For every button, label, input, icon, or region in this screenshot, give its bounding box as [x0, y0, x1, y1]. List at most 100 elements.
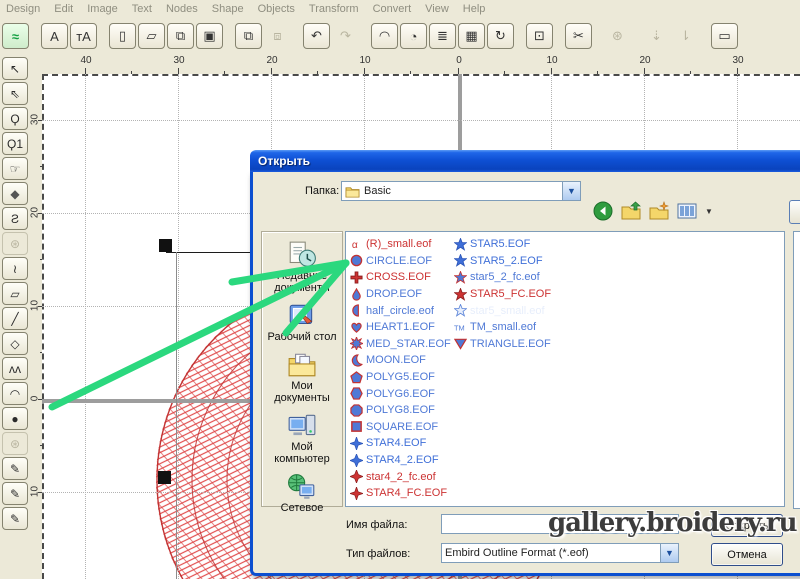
hide-cut-button[interactable]: ✂ [565, 23, 592, 49]
menu-item[interactable]: Help [463, 3, 486, 18]
menu-item[interactable]: View [425, 3, 449, 18]
sew-fill-button[interactable]: ≣ [429, 23, 456, 49]
file-list-item[interactable]: star4_2_fc.eof [350, 468, 454, 485]
file-list-item[interactable]: CIRCLE.EOF [350, 253, 454, 270]
file-list-item[interactable]: star5_2_fc.eof [454, 269, 558, 286]
curve-node-button[interactable]: ◠ [371, 23, 398, 49]
rotate-button[interactable]: ↻ [487, 23, 514, 49]
place-network[interactable]: Сетевое [263, 472, 341, 514]
menu-item[interactable]: Image [87, 3, 118, 18]
file-list-item[interactable]: TRIANGLE.EOF [454, 336, 558, 353]
freehand-shape-tool[interactable]: ◆ [2, 182, 28, 205]
menu-item[interactable]: Transform [309, 3, 359, 18]
file-list-item[interactable]: STAR5_2.EOF [454, 253, 558, 270]
file-list-item[interactable]: POLYG6.EOF [350, 385, 454, 402]
split-button[interactable]: ⇂ [672, 23, 699, 49]
file-shape-icon [454, 321, 467, 334]
s-shape-tool[interactable]: Ƨ [2, 207, 28, 230]
filled-shape-tool[interactable]: ● [2, 407, 28, 430]
menu-item[interactable]: Design [6, 3, 40, 18]
file-list-item[interactable]: STAR4_2.EOF [350, 452, 454, 469]
place-my-documents[interactable]: Мои документы [263, 350, 341, 404]
file-list-item[interactable]: MED_STAR.EOF [350, 336, 454, 353]
place-recent-documents[interactable]: Недавние документы [263, 240, 341, 294]
selection-handle-top[interactable] [159, 239, 172, 252]
gear2-tool[interactable]: ⊛ [2, 432, 28, 455]
filetype-combo-dropdown[interactable]: ▼ [660, 544, 678, 562]
file-list-item[interactable]: STAR4_FC.EOF [350, 485, 454, 502]
undo-button[interactable]: ↶ [303, 23, 330, 49]
views-dropdown-arrow[interactable]: ▼ [705, 207, 713, 216]
generate-button[interactable]: ⊛ [604, 23, 631, 49]
file-list-item[interactable]: POLYG5.EOF [350, 369, 454, 386]
new-design-button[interactable]: ▯ [109, 23, 136, 49]
cutoff-button[interactable] [789, 200, 800, 224]
place-icon [287, 301, 317, 331]
copy-button[interactable]: ⧉ [235, 23, 262, 49]
file-list-item[interactable]: STAR5.EOF [454, 236, 558, 253]
place-desktop[interactable]: Рабочий стол [263, 301, 341, 343]
stitch-down-button[interactable]: ⇣ [643, 23, 670, 49]
views-menu-button[interactable] [677, 201, 697, 221]
pan-hand-tool[interactable]: ☞ [2, 157, 28, 180]
file-list-item[interactable]: DROP.EOF [350, 286, 454, 303]
quad-shape-tool[interactable]: ▱ [2, 282, 28, 305]
folder-combobox[interactable]: Basic ▼ [341, 181, 581, 201]
zigzag-tool[interactable]: ʌʌ [2, 357, 28, 380]
text-transform-button[interactable]: ᴛA [70, 23, 97, 49]
new-folder-button[interactable] [649, 201, 669, 221]
file-list-item[interactable]: MOON.EOF [350, 352, 454, 369]
save-design-button[interactable]: ▣ [196, 23, 223, 49]
zoom-tool[interactable]: Ϙ [2, 107, 28, 130]
paste-button[interactable]: ⧈ [264, 23, 291, 49]
redo-button[interactable]: ↷ [332, 23, 359, 49]
embird-app-window: α TM DesignEditImageTextNodesShapeObject… [0, 0, 800, 579]
file-list-item[interactable]: CROSS.EOF [350, 269, 454, 286]
file-list-item[interactable]: TM_small.eof [454, 319, 558, 336]
text-tool-button[interactable]: A [41, 23, 68, 49]
select-tool[interactable]: ↖ [2, 57, 28, 80]
pen-tool[interactable]: ✎ [2, 457, 28, 480]
selection-handle-left[interactable] [158, 471, 171, 484]
back-button[interactable] [593, 201, 613, 221]
design-wave-button[interactable]: ≈ [2, 23, 29, 49]
menu-item[interactable]: Nodes [166, 3, 198, 18]
file-shape-icon [350, 354, 363, 367]
file-list-item[interactable]: POLYG8.EOF [350, 402, 454, 419]
file-list-item[interactable]: STAR5_FC.EOF [454, 286, 558, 303]
file-list-item[interactable]: STAR4.EOF [350, 435, 454, 452]
pen2-tool[interactable]: ✎ [2, 482, 28, 505]
preview-frame-button[interactable]: ▦ [458, 23, 485, 49]
filetype-combobox[interactable]: Embird Outline Format (*.eof) ▼ [441, 543, 679, 563]
file-list-item[interactable]: (R)_small.eof [350, 236, 454, 253]
file-list-item[interactable]: star5_small.eof [454, 302, 558, 319]
zoom-1to1-tool[interactable]: Ϙ1 [2, 132, 28, 155]
menu-item[interactable]: Edit [54, 3, 73, 18]
curve-tool[interactable]: ◠ [2, 382, 28, 405]
up-one-level-button[interactable] [621, 201, 641, 221]
file-list-item[interactable]: SQUARE.EOF [350, 419, 454, 436]
cancel-button[interactable]: Отмена [711, 543, 783, 566]
menu-item[interactable]: Objects [258, 3, 295, 18]
ribbon-tool[interactable]: ≀ [2, 257, 28, 280]
knife-tool[interactable]: ╱ [2, 307, 28, 330]
file-list[interactable]: (R)_small.eof CIRCLE.EOF CROSS.EOF DROP.… [345, 231, 785, 507]
dialog-title: Открыть [258, 154, 310, 168]
polygon-tool[interactable]: ◇ [2, 332, 28, 355]
letter-d-button[interactable]: ⊡ [526, 23, 553, 49]
open-design-button[interactable]: ▱ [138, 23, 165, 49]
import-design-button[interactable]: ⧉ [167, 23, 194, 49]
file-list-item[interactable]: HEART1.EOF [350, 319, 454, 336]
hatch-pen-tool[interactable]: ✎ [2, 507, 28, 530]
node-select-tool[interactable]: ⇖ [2, 82, 28, 105]
file-list-item[interactable]: half_circle.eof [350, 302, 454, 319]
menu-item[interactable]: Shape [212, 3, 244, 18]
folder-combo-dropdown[interactable]: ▼ [562, 182, 580, 200]
hoop-button[interactable]: ▭ [711, 23, 738, 49]
menu-item[interactable]: Convert [373, 3, 412, 18]
place-my-computer[interactable]: Мой компьютер [263, 411, 341, 465]
speed-gauge-button[interactable]: ◔ [400, 23, 427, 49]
gear-tool[interactable]: ⊛ [2, 232, 28, 255]
dialog-titlebar[interactable]: Открыть [250, 150, 800, 172]
menu-item[interactable]: Text [132, 3, 152, 18]
